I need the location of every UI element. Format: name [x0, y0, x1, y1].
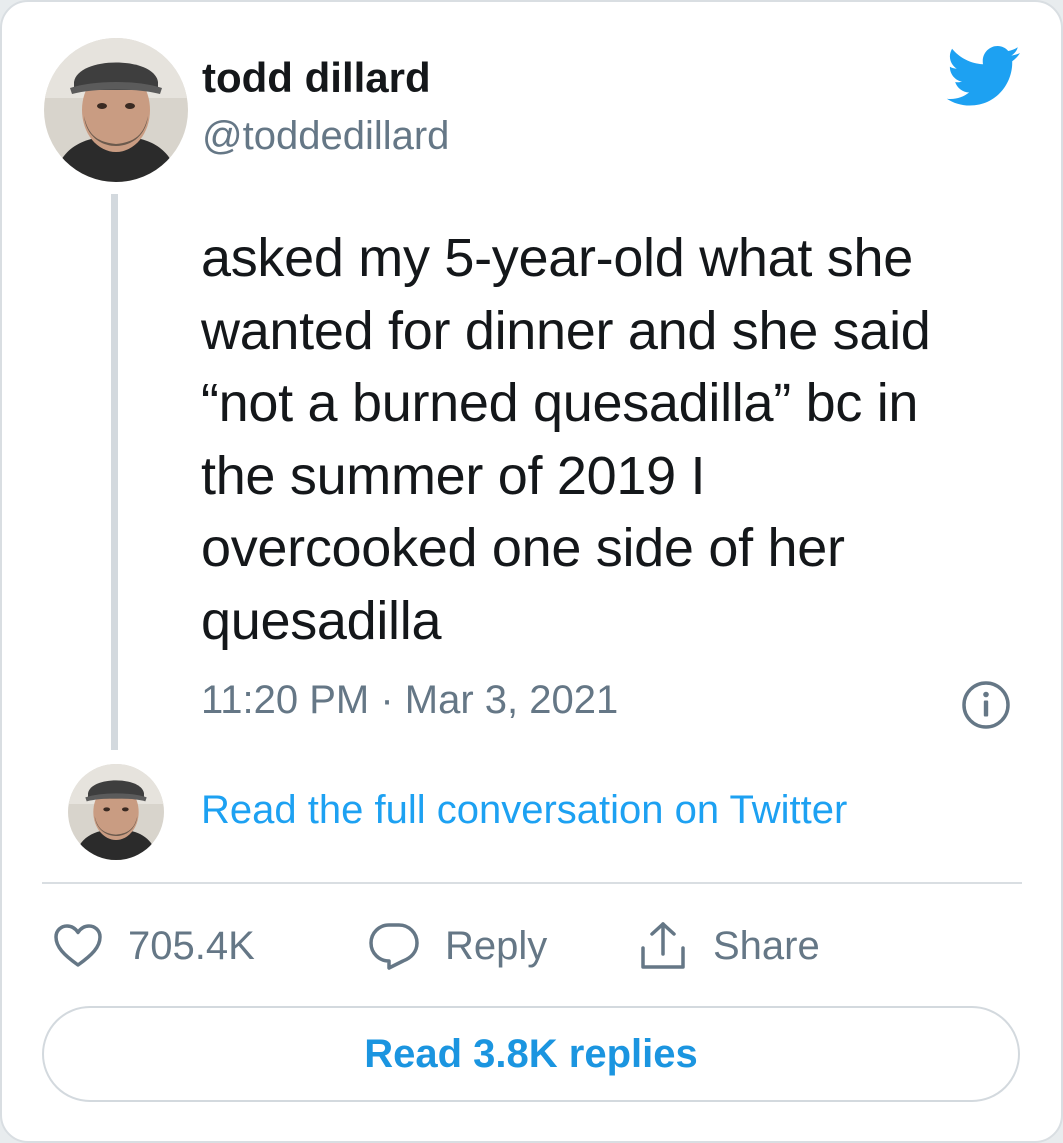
divider: [42, 882, 1022, 884]
like-count: 705.4K: [128, 923, 255, 968]
share-label: Share: [713, 923, 820, 968]
conversation-avatar: [68, 764, 164, 860]
heart-icon: [54, 924, 102, 967]
author-avatar[interactable]: [44, 38, 188, 182]
like-button[interactable]: 705.4K: [52, 918, 255, 974]
info-icon[interactable]: [960, 679, 1012, 731]
tweet-timestamp[interactable]: 11:20 PM · Mar 3, 2021: [201, 678, 618, 723]
read-replies-button[interactable]: Read 3.8K replies: [42, 1006, 1020, 1102]
thread-line: [111, 194, 118, 750]
twitter-bird-icon[interactable]: [946, 46, 1022, 108]
tweet-text: asked my 5-year-old what she wanted for …: [201, 228, 931, 651]
reply-label: Reply: [445, 923, 548, 968]
speech-bubble-icon: [369, 923, 419, 970]
share-arrow-icon: [641, 922, 685, 969]
author-name[interactable]: todd dillard: [202, 54, 431, 102]
tweet-card: todd dillard @toddedillard asked my 5-ye…: [0, 0, 1063, 1143]
reply-button[interactable]: Reply: [367, 918, 547, 974]
share-button[interactable]: Share: [637, 918, 820, 974]
author-handle[interactable]: @toddedillard: [202, 114, 449, 159]
read-replies-label: Read 3.8K replies: [364, 1031, 698, 1076]
read-conversation-link[interactable]: Read the full conversation on Twitter: [201, 788, 847, 833]
